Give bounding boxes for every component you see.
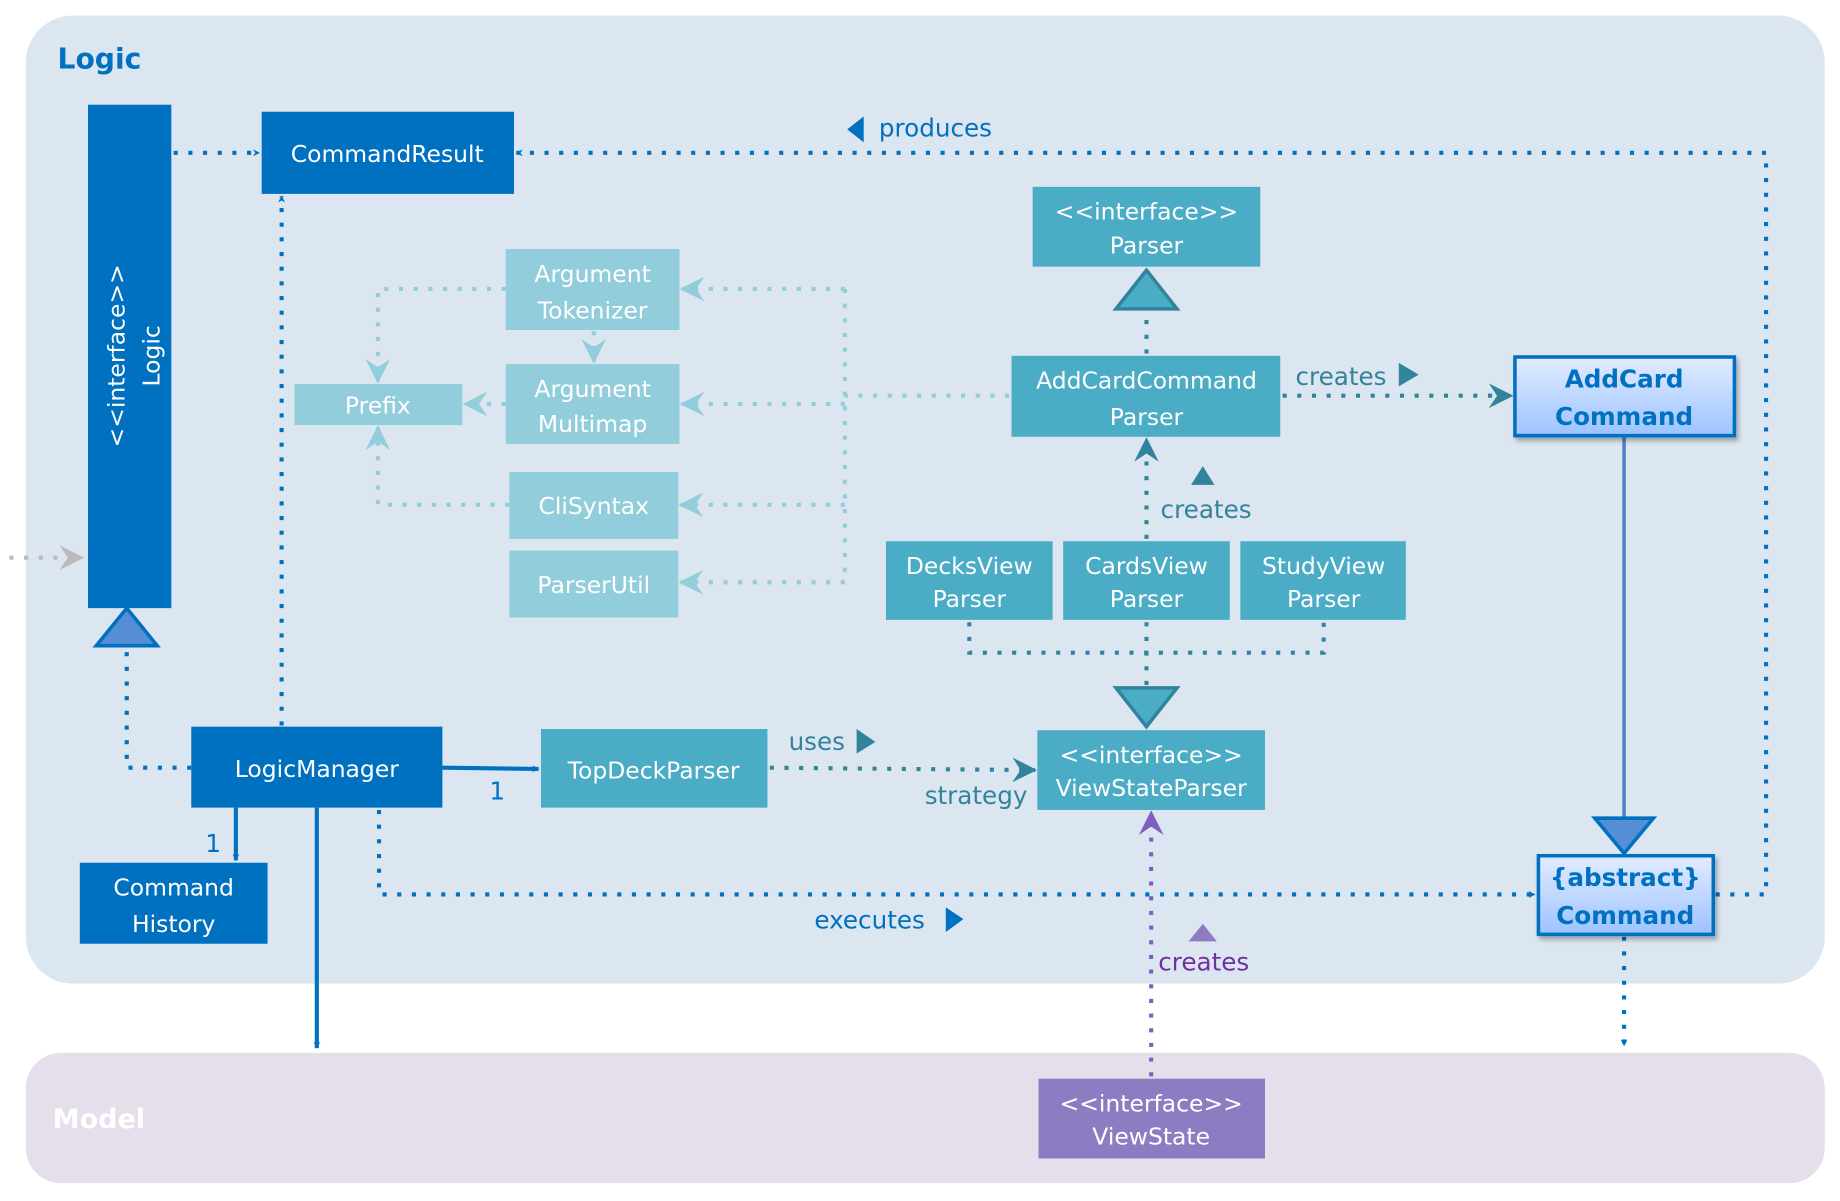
architecture-diagram: Logic Model <<interface>> Logic CommandR… — [9, 15, 1825, 1184]
multiplicity-command-history: 1 — [205, 829, 221, 858]
strategy-label: strategy — [925, 781, 1028, 810]
decks-view-parser-class[interactable]: DecksView Parser — [885, 541, 1053, 620]
cli-syntax-class[interactable]: CliSyntax — [509, 472, 679, 539]
svg-text:ParserUtil: ParserUtil — [537, 571, 650, 599]
study-view-parser-class[interactable]: StudyView Parser — [1240, 541, 1406, 620]
creates-view-state-label: creates — [1158, 948, 1249, 977]
logic-interface-class[interactable]: <<interface>> Logic — [88, 104, 172, 609]
prefix-class[interactable]: Prefix — [294, 383, 463, 426]
creates-parser-label: creates — [1161, 495, 1252, 524]
produces-label: produces — [879, 113, 992, 142]
cards-view-parser-class[interactable]: CardsView Parser — [1063, 541, 1230, 620]
add-card-command-class[interactable]: AddCard Command — [1513, 355, 1737, 438]
top-deck-parser-class[interactable]: TopDeckParser — [540, 728, 768, 808]
svg-text:Prefix: Prefix — [345, 391, 411, 419]
logic-manager-class[interactable]: LogicManager — [191, 726, 443, 808]
model-package-title: Model — [53, 1104, 145, 1135]
command-history-class[interactable]: Command History — [79, 862, 268, 944]
multiplicity-top-deck-parser: 1 — [489, 776, 505, 805]
svg-text:LogicManager: LogicManager — [235, 755, 399, 783]
view-state-parser-class[interactable]: <<interface>> ViewStateParser — [1037, 730, 1265, 810]
model-package — [25, 1052, 1825, 1184]
svg-text:CommandResult: CommandResult — [291, 140, 484, 168]
add-card-command-parser-class[interactable]: AddCardCommand Parser — [1011, 355, 1281, 437]
parser-util-class[interactable]: ParserUtil — [509, 550, 679, 618]
argument-tokenizer-class[interactable]: Argument Tokenizer — [505, 249, 680, 331]
abstract-command-class[interactable]: {abstract} Command — [1536, 853, 1716, 937]
executes-label: executes — [814, 905, 924, 934]
argument-multimap-class[interactable]: Argument Multimap — [505, 364, 680, 444]
parser-interface-class[interactable]: <<interface>> Parser — [1032, 186, 1261, 267]
svg-text:CliSyntax: CliSyntax — [539, 492, 650, 520]
command-result-class[interactable]: CommandResult — [261, 111, 514, 194]
view-state-interface-class[interactable]: <<interface>> ViewState — [1038, 1078, 1265, 1159]
svg-text:TopDeckParser: TopDeckParser — [567, 756, 740, 784]
logic-package-title: Logic — [57, 42, 141, 75]
uses-label: uses — [789, 727, 845, 756]
creates-command-label: creates — [1296, 362, 1387, 391]
